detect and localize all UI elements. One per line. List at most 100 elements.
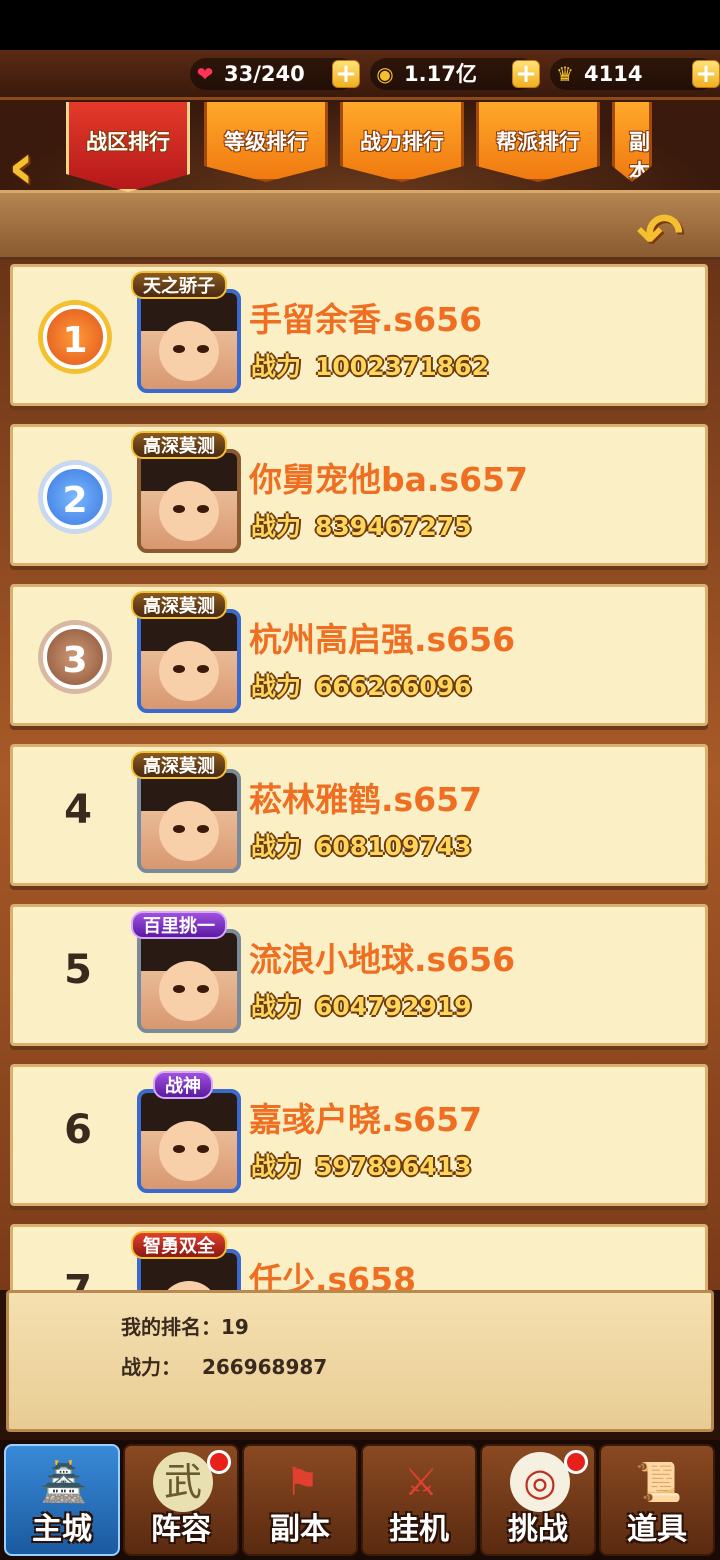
heart-icon: ❤ [196, 62, 214, 86]
stamina-value: 33/240 [224, 62, 305, 86]
title-badge: 高深莫测 [131, 591, 227, 619]
avatar[interactable] [137, 609, 241, 713]
add-gold-button[interactable]: + [512, 60, 540, 88]
status-bar [0, 0, 720, 50]
player-name: 你舅宠他ba.s657 [249, 460, 528, 499]
add-stamina-button[interactable]: + [332, 60, 360, 88]
my-power-value: 266968987 [201, 1355, 328, 1379]
nav-label: 挑战 [508, 1512, 568, 1547]
bottom-nav: 🏯 主城 武 阵容 ⚑ 副本 ⚔ 挂机 ◎ 挑战 📜 道具 [0, 1440, 720, 1560]
nav-items[interactable]: 📜 道具 [599, 1444, 715, 1556]
tab-guild-ranking[interactable]: 帮派排行 [476, 102, 600, 182]
notification-dot [564, 1450, 588, 1474]
rank-number: 5 [64, 947, 92, 993]
lineup-icon: 武 [153, 1452, 213, 1512]
title-badge: 高深莫测 [131, 751, 227, 779]
avatar[interactable] [137, 449, 241, 553]
bronze-medal-icon: 3 [33, 609, 117, 705]
ingot-resource: ♛ 4114 + [550, 58, 720, 90]
power-row: 战力 839467275 [251, 507, 472, 543]
tab-level-ranking[interactable]: 等级排行 [204, 102, 328, 182]
avatar[interactable] [137, 929, 241, 1033]
tab-power-ranking[interactable]: 战力排行 [340, 102, 464, 182]
tab-zone-ranking[interactable]: 战区排行 [66, 102, 190, 192]
ingot-icon: ♛ [556, 62, 574, 86]
title-badge: 战神 [153, 1071, 213, 1099]
nav-label: 主城 [32, 1512, 92, 1547]
rank-number: 1 [43, 305, 107, 369]
rank-number: 2 [43, 465, 107, 529]
ranking-row-4[interactable]: 4 高深莫测 菘林雅鹤.s657 战力 608109743 [10, 744, 708, 886]
my-rank-line: 我的排名：19 [121, 1311, 249, 1340]
power-label: 战力 [251, 672, 302, 701]
title-badge: 高深莫测 [131, 431, 227, 459]
ranking-row-3[interactable]: 3 高深莫测 杭州高启强.s656 战力 666266096 [10, 584, 708, 726]
player-name: 杭州高启强.s656 [249, 620, 516, 659]
my-rank-value: 19 [221, 1315, 249, 1339]
dungeon-icon: ⚑ [284, 1460, 320, 1504]
silver-medal-icon: 2 [33, 449, 117, 545]
power-row: 战力 1002371862 [251, 347, 489, 383]
power-value: 608109743 [315, 832, 472, 861]
title-badge: 智勇双全 [131, 1231, 227, 1259]
power-value: 666266096 [315, 672, 472, 701]
power-label: 战力 [251, 832, 302, 861]
items-icon: 📜 [635, 1460, 683, 1504]
power-label: 战力 [251, 352, 302, 381]
resource-bar: ❤ 33/240 + ◉ 1.17亿 + ♛ 4114 + [0, 50, 720, 100]
avatar[interactable] [137, 769, 241, 873]
challenge-icon: ◎ [510, 1452, 570, 1512]
coin-icon: ◉ [376, 62, 394, 86]
power-row: 战力 597896413 [251, 1147, 472, 1183]
avatar[interactable] [137, 1089, 241, 1193]
ranking-row-7[interactable]: 7 智勇双全 任少.s658 [10, 1224, 708, 1290]
back-button[interactable]: ‹ [8, 132, 60, 202]
ranking-row-2[interactable]: 2 高深莫测 你舅宠他ba.s657 战力 839467275 [10, 424, 708, 566]
nav-dungeon[interactable]: ⚑ 副本 [242, 1444, 358, 1556]
stamina-resource: ❤ 33/240 + [190, 58, 360, 90]
power-label: 战力 [251, 992, 302, 1021]
notification-dot [207, 1450, 231, 1474]
player-name: 流浪小地球.s656 [249, 940, 516, 979]
my-power-label: 战力： [121, 1355, 181, 1379]
rank-number: 7 [64, 1267, 92, 1290]
power-label: 战力 [251, 512, 302, 541]
title-badge: 天之骄子 [131, 271, 227, 299]
my-power-line: 战力： 266968987 [121, 1351, 327, 1380]
nav-label: 道具 [627, 1512, 687, 1547]
gold-value: 1.17亿 [404, 62, 477, 86]
ingot-value: 4114 [584, 62, 643, 86]
nav-challenge[interactable]: ◎ 挑战 [480, 1444, 596, 1556]
power-value: 597896413 [315, 1152, 472, 1181]
rank-number: 4 [64, 787, 92, 833]
tab-dungeon-ranking[interactable]: 副本 [612, 102, 652, 182]
rank-number: 3 [43, 625, 107, 689]
nav-label: 阵容 [151, 1512, 211, 1547]
power-row: 战力 608109743 [251, 827, 472, 863]
nav-idle[interactable]: ⚔ 挂机 [361, 1444, 477, 1556]
ranking-row-6[interactable]: 6 战神 嘉彧户晓.s657 战力 597896413 [10, 1064, 708, 1206]
nav-label: 挂机 [389, 1512, 449, 1547]
avatar[interactable] [137, 289, 241, 393]
my-rank-label: 我的排名： [121, 1315, 221, 1339]
power-row: 战力 666266096 [251, 667, 472, 703]
power-row: 战力 604792919 [251, 987, 472, 1023]
gold-resource: ◉ 1.17亿 + [370, 58, 540, 90]
ranking-list[interactable]: 1 天之骄子 手留余香.s656 战力 1002371862 2 高深莫测 你舅宠… [0, 260, 720, 1290]
rank-number: 6 [64, 1107, 92, 1153]
nav-main-city[interactable]: 🏯 主城 [4, 1444, 120, 1556]
title-badge: 百里挑一 [131, 911, 227, 939]
gold-medal-icon: 1 [33, 289, 117, 385]
power-value: 839467275 [315, 512, 472, 541]
player-name: 嘉彧户晓.s657 [249, 1100, 483, 1139]
ranking-row-5[interactable]: 5 百里挑一 流浪小地球.s656 战力 604792919 [10, 904, 708, 1046]
ranking-row-1[interactable]: 1 天之骄子 手留余香.s656 战力 1002371862 [10, 264, 708, 406]
add-ingot-button[interactable]: + [692, 60, 720, 88]
player-name: 任少.s658 [249, 1260, 417, 1290]
power-label: 战力 [251, 1152, 302, 1181]
idle-icon: ⚔ [403, 1460, 439, 1504]
nav-lineup[interactable]: 武 阵容 [123, 1444, 239, 1556]
return-arrow-button[interactable]: ↶ [625, 205, 695, 265]
my-rank-panel: 我的排名：19 战力： 266968987 [6, 1290, 714, 1432]
nav-label: 副本 [270, 1512, 330, 1547]
